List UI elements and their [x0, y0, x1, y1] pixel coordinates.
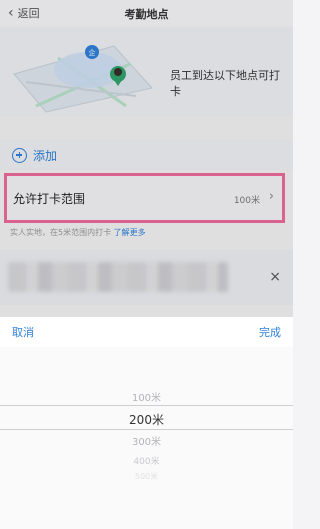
picker-toolbar: 取消 完成	[0, 317, 293, 347]
allowed-range-label: 允许打卡范围	[13, 192, 86, 206]
range-hint: 实人实地，在5米范围内打卡 了解更多	[10, 227, 146, 238]
page-title: 考勤地点	[124, 8, 169, 21]
add-location-label: 添加	[33, 148, 58, 163]
allowed-range-value: 100米	[233, 196, 260, 206]
picker-selection-bottom-line	[0, 429, 293, 430]
navigation-bar: ‹ 返回 考勤地点	[0, 0, 293, 26]
blurred-content	[8, 262, 228, 292]
range-picker-wheel[interactable]: 100米 200米 300米 400米 500米	[0, 347, 293, 529]
close-icon[interactable]: ×	[269, 269, 281, 285]
picker-fade	[0, 489, 293, 529]
picker-option[interactable]: 100米	[0, 389, 293, 404]
hero-description: 员工到达以下地点可打卡	[170, 69, 280, 98]
cancel-button[interactable]: 取消	[12, 324, 34, 340]
allowed-range-row[interactable]: 允许打卡范围 100米 ›	[4, 173, 285, 223]
blurred-location-row[interactable]: ×	[0, 250, 293, 305]
picker-option-selected[interactable]: 200米	[0, 411, 293, 428]
range-hint-text: 实人实地，在5米范围内打卡	[10, 228, 112, 237]
add-location-button[interactable]: 添加	[0, 140, 293, 170]
svg-text:企: 企	[89, 48, 96, 57]
chevron-right-icon: ›	[268, 189, 274, 204]
map-illustration: 企	[13, 45, 153, 113]
picker-option[interactable]: 500米	[0, 471, 293, 482]
learn-more-link[interactable]: 了解更多	[114, 228, 146, 237]
picker-option[interactable]: 400米	[0, 454, 293, 467]
done-button[interactable]: 完成	[259, 324, 281, 340]
location-settings-page: ‹ 返回 考勤地点 企 员工到达以下地点可打卡 添加 允许打卡范围 100米 ›…	[0, 0, 293, 317]
location-hero: 企 员工到达以下地点可打卡	[0, 28, 293, 116]
picker-selection-top-line	[0, 405, 293, 406]
plus-circle-icon	[12, 147, 27, 163]
range-picker-sheet: 取消 完成 100米 200米 300米 400米 500米	[0, 317, 293, 529]
picker-option[interactable]: 300米	[0, 433, 293, 448]
avatar-icon	[114, 68, 122, 76]
